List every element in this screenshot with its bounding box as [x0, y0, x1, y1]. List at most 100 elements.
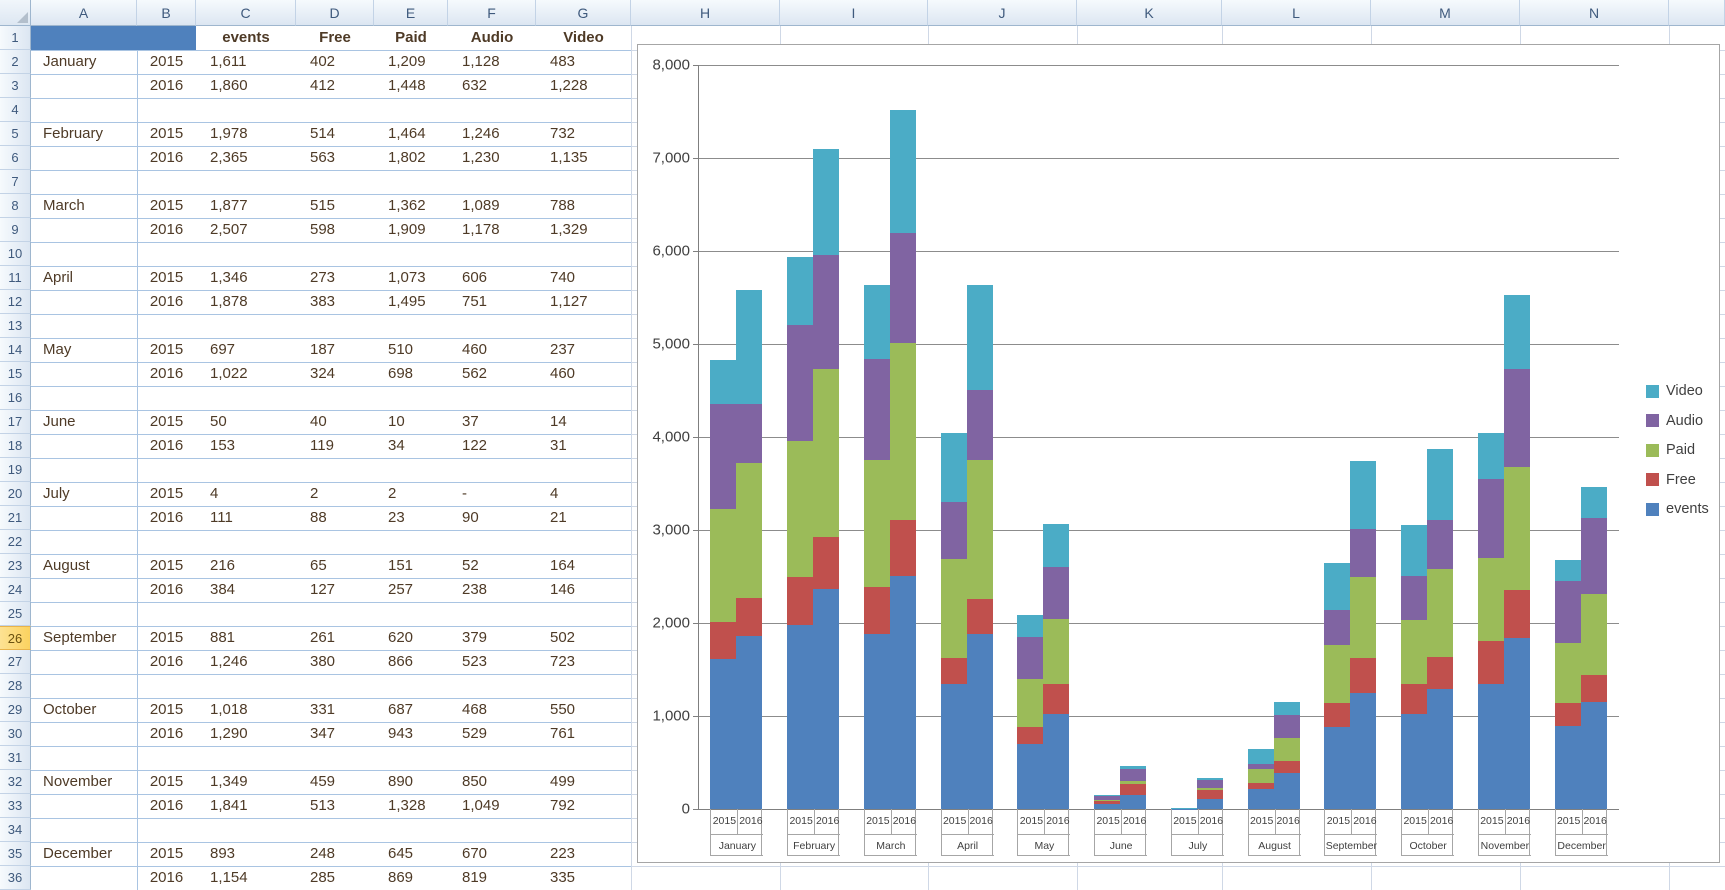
month-cell-april[interactable]: April	[31, 266, 137, 290]
bar-segment-events-february-2015[interactable]	[787, 625, 813, 809]
bar-segment-free-september-2015[interactable]	[1324, 703, 1350, 727]
bar-segment-paid-november-2016[interactable]	[1504, 467, 1530, 591]
year-cell[interactable]: 2015	[137, 266, 196, 290]
value-cell[interactable]: 379	[448, 626, 536, 650]
column-header-B[interactable]: B	[137, 0, 196, 26]
value-cell[interactable]: 285	[296, 866, 374, 890]
x-axis-year-label[interactable]: 2015	[711, 809, 737, 834]
x-axis-year-label[interactable]: 2016	[1428, 809, 1454, 834]
value-cell[interactable]: 2,365	[196, 146, 296, 170]
x-axis-year-label[interactable]: 2015	[1325, 809, 1351, 834]
bar-segment-video-february-2015[interactable]	[787, 257, 813, 325]
value-cell[interactable]: 866	[374, 650, 448, 674]
month-cell-november[interactable]: November	[31, 770, 137, 794]
bar-segment-video-october-2015[interactable]	[1401, 525, 1427, 576]
bar-segment-events-december-2016[interactable]	[1581, 702, 1607, 809]
value-cell[interactable]: 4	[196, 482, 296, 506]
x-axis-year-label[interactable]: 2016	[891, 809, 917, 834]
bar-segment-free-august-2016[interactable]	[1274, 761, 1300, 773]
y-axis-label[interactable]: 2,000	[638, 615, 690, 632]
table-header-audio[interactable]: Audio	[448, 26, 536, 50]
table-header-video[interactable]: Video	[536, 26, 631, 50]
bar-segment-audio-april-2015[interactable]	[941, 502, 967, 558]
bar-segment-paid-april-2016[interactable]	[967, 460, 993, 599]
bar-segment-video-october-2016[interactable]	[1427, 449, 1453, 520]
value-cell[interactable]: 1,448	[374, 74, 448, 98]
bar-segment-video-august-2015[interactable]	[1248, 749, 1274, 764]
year-cell[interactable]: 2015	[137, 194, 196, 218]
row-header-2[interactable]: 2	[0, 50, 31, 74]
row-header-35[interactable]: 35	[0, 842, 31, 866]
month-cell-march[interactable]: March	[31, 194, 137, 218]
value-cell[interactable]: 40	[296, 410, 374, 434]
bar-segment-free-july-2016[interactable]	[1197, 790, 1223, 798]
bar-segment-paid-december-2016[interactable]	[1581, 594, 1607, 675]
row-header-8[interactable]: 8	[0, 194, 31, 218]
value-cell[interactable]: 850	[448, 770, 536, 794]
y-axis-label[interactable]: 8,000	[638, 57, 690, 74]
value-cell[interactable]: 248	[296, 842, 374, 866]
value-cell[interactable]: 273	[296, 266, 374, 290]
value-cell[interactable]: 1,329	[536, 218, 631, 242]
row-header-19[interactable]: 19	[0, 458, 31, 482]
bar-segment-audio-september-2016[interactable]	[1350, 529, 1376, 578]
bar-segment-paid-march-2015[interactable]	[864, 460, 890, 587]
bar-segment-free-january-2015[interactable]	[710, 622, 736, 659]
value-cell[interactable]: 606	[448, 266, 536, 290]
bar-segment-video-january-2015[interactable]	[710, 360, 736, 405]
bar-segment-paid-december-2015[interactable]	[1555, 643, 1581, 703]
bar-segment-audio-july-2016[interactable]	[1197, 780, 1223, 788]
value-cell[interactable]: 697	[196, 338, 296, 362]
y-axis-label[interactable]: 6,000	[638, 243, 690, 260]
value-cell[interactable]: 31	[536, 434, 631, 458]
value-cell[interactable]: 514	[296, 122, 374, 146]
bar-segment-paid-august-2016[interactable]	[1274, 738, 1300, 762]
value-cell[interactable]: 645	[374, 842, 448, 866]
value-cell[interactable]: 723	[536, 650, 631, 674]
bar-segment-paid-march-2016[interactable]	[890, 343, 916, 521]
bar-segment-paid-october-2015[interactable]	[1401, 620, 1427, 684]
x-axis-year-label[interactable]: 2016	[1505, 809, 1531, 834]
x-axis-month-label[interactable]: October	[1402, 834, 1454, 856]
value-cell[interactable]: 384	[196, 578, 296, 602]
value-cell[interactable]: 1,228	[536, 74, 631, 98]
x-axis-month-label[interactable]: February	[788, 834, 840, 856]
value-cell[interactable]: 90	[448, 506, 536, 530]
row-header-30[interactable]: 30	[0, 722, 31, 746]
value-cell[interactable]: 1,049	[448, 794, 536, 818]
x-axis-year-label[interactable]: 2015	[1249, 809, 1275, 834]
x-axis-year-label[interactable]: 2016	[968, 809, 994, 834]
month-cell-december[interactable]: December	[31, 842, 137, 866]
x-axis-year-label[interactable]: 2016	[1198, 809, 1224, 834]
bar-segment-events-december-2015[interactable]	[1555, 726, 1581, 809]
value-cell[interactable]: 1,464	[374, 122, 448, 146]
value-cell[interactable]: 1,209	[374, 50, 448, 74]
value-cell[interactable]: 1,978	[196, 122, 296, 146]
x-axis-month-label[interactable]: June	[1095, 834, 1147, 856]
legend-item-events[interactable]: events	[1646, 501, 1709, 517]
x-axis-year-label[interactable]: 2016	[1351, 809, 1377, 834]
bar-segment-free-september-2016[interactable]	[1350, 658, 1376, 693]
value-cell[interactable]: 1,022	[196, 362, 296, 386]
bar-segment-events-march-2015[interactable]	[864, 634, 890, 809]
bar-segment-video-december-2015[interactable]	[1555, 560, 1581, 581]
year-cell[interactable]: 2016	[137, 74, 196, 98]
bar-segment-paid-july-2016[interactable]	[1197, 788, 1223, 790]
value-cell[interactable]: 468	[448, 698, 536, 722]
value-cell[interactable]: 34	[374, 434, 448, 458]
row-header-10[interactable]: 10	[0, 242, 31, 266]
bar-segment-free-june-2016[interactable]	[1120, 784, 1146, 795]
month-cell-may[interactable]: May	[31, 338, 137, 362]
value-cell[interactable]: 122	[448, 434, 536, 458]
x-axis-year-label[interactable]: 2015	[1556, 809, 1582, 834]
x-axis-month-label[interactable]: May	[1018, 834, 1070, 856]
column-header-N[interactable]: N	[1520, 0, 1669, 26]
value-cell[interactable]: 943	[374, 722, 448, 746]
bar-segment-audio-february-2015[interactable]	[787, 325, 813, 441]
row-header-17[interactable]: 17	[0, 410, 31, 434]
x-axis-month-label[interactable]: August	[1249, 834, 1301, 856]
value-cell[interactable]: 50	[196, 410, 296, 434]
bar-segment-video-may-2016[interactable]	[1043, 524, 1069, 567]
value-cell[interactable]: 10	[374, 410, 448, 434]
value-cell[interactable]: 111	[196, 506, 296, 530]
